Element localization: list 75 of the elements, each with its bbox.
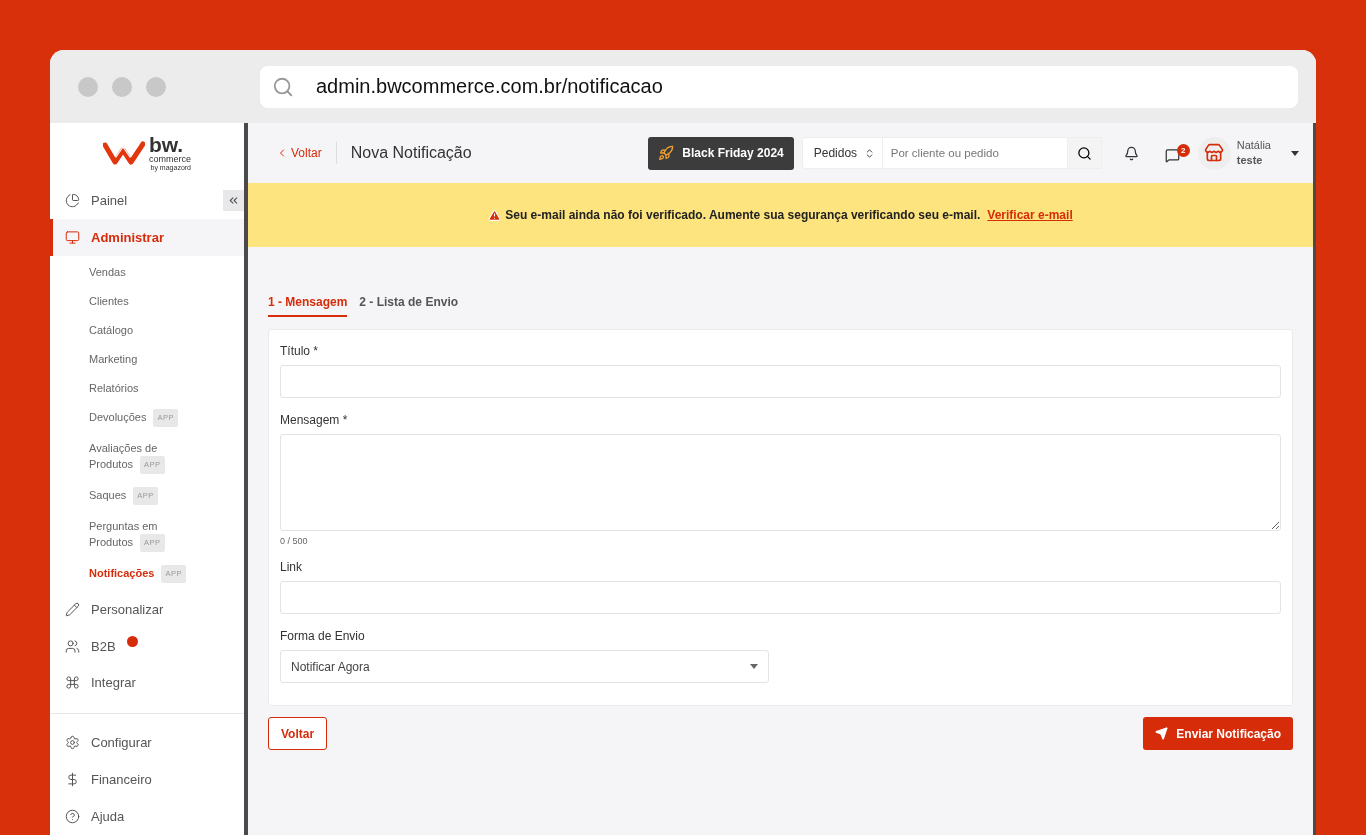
search-field[interactable]: Por cliente ou pedido	[881, 137, 1068, 169]
field-label: Forma de Envio	[280, 629, 366, 643]
verify-link[interactable]: Verificar e-mail	[987, 208, 1073, 222]
window-control[interactable]	[78, 76, 98, 97]
warning-icon	[488, 208, 502, 222]
field-label: Título *	[280, 344, 319, 358]
text-field[interactable]	[280, 365, 1281, 398]
pencil-icon	[65, 601, 80, 617]
logo-text: bw.	[149, 134, 185, 155]
sidebar-item[interactable]: Configurar	[50, 724, 244, 762]
sidebar-label: B2B	[91, 638, 116, 654]
address-bar[interactable]: admin.bwcommerce.com.br/notificacao	[260, 65, 1298, 108]
sidebar-subitem[interactable]: Vendas	[50, 257, 244, 286]
promo-button[interactable]: Black Friday 2024	[648, 136, 794, 170]
users-icon	[65, 638, 80, 654]
caret-icon	[1291, 150, 1299, 156]
send-icon	[1155, 727, 1169, 740]
sidebar-subitem[interactable]: Marketing	[50, 344, 244, 373]
chevrons-left-icon	[227, 194, 240, 207]
sidebar-item[interactable]: B2B	[50, 627, 244, 665]
field-label: Link	[280, 560, 303, 574]
sidebar-label: Administrar	[91, 229, 164, 245]
logo-tagline: commerce	[149, 155, 191, 164]
store-icon	[1204, 143, 1225, 163]
logo-icon	[103, 139, 145, 166]
sidebar-item[interactable]: Administrar	[50, 218, 244, 256]
char-counter: 0 / 500	[280, 536, 308, 546]
rocket-icon	[658, 145, 675, 161]
user-name: Natália	[1236, 138, 1271, 153]
back-link[interactable]: Voltar	[276, 146, 322, 160]
monitor-icon	[65, 229, 80, 245]
message-field[interactable]	[280, 434, 1281, 531]
sidebar-subitem[interactable]: Catálogo	[50, 315, 244, 344]
sidebar-item[interactable]: Financeiro	[50, 761, 244, 799]
sidebar-item[interactable]: Ajuda	[50, 798, 244, 835]
sidebar-item[interactable]: Integrar	[50, 664, 244, 702]
dollar-icon	[65, 772, 80, 788]
sidebar-label: Configurar	[91, 735, 152, 751]
messages-button[interactable]: 2	[1164, 143, 1192, 163]
sidebar-subitem[interactable]: Relatórios	[50, 373, 244, 402]
command-icon	[65, 675, 80, 691]
window-control[interactable]	[112, 76, 132, 97]
help-icon	[65, 809, 80, 825]
select-field[interactable]: Notificar Agora	[280, 650, 769, 683]
send-button[interactable]: Enviar Notificação	[1143, 717, 1293, 750]
caret-icon	[750, 664, 758, 669]
tab[interactable]: 1 - Mensagem	[268, 295, 348, 317]
back-button[interactable]: Voltar	[268, 717, 328, 750]
sidebar-label: Ajuda	[91, 809, 125, 825]
pie-chart-icon	[65, 192, 80, 208]
settings-icon	[65, 735, 80, 751]
notifications-button[interactable]	[1123, 145, 1139, 161]
sidebar-label: Personalizar	[91, 601, 164, 617]
collapse-button[interactable]	[223, 190, 244, 211]
field-label: Mensagem *	[280, 413, 349, 427]
search-icon	[1076, 145, 1092, 161]
sidebar-label: Painel	[91, 192, 128, 208]
window-control[interactable]	[146, 76, 166, 97]
sidebar-item[interactable]: Painel	[50, 182, 244, 219]
bell-icon	[1123, 145, 1139, 161]
search-icon	[272, 75, 294, 98]
chat-icon	[1164, 147, 1180, 163]
message-count: 2	[1176, 143, 1190, 157]
sidebar-item[interactable]: Personalizar	[50, 590, 244, 628]
banner-text: Seu e-mail ainda não foi verificado. Aumente sua segurança verificando seu e-mail.	[505, 208, 981, 222]
page-title: Nova Notificação	[350, 144, 473, 162]
sidebar-subitem[interactable]: Clientes	[50, 286, 244, 315]
sidebar-label: Integrar	[91, 675, 136, 691]
store-name: teste	[1236, 153, 1264, 168]
user-menu[interactable]: Natália teste	[1197, 136, 1299, 170]
search-button[interactable]	[1067, 137, 1102, 169]
sidebar-label: Financeiro	[91, 772, 152, 788]
scope-select[interactable]: Pedidos	[801, 137, 882, 169]
text-field[interactable]	[280, 581, 1281, 614]
tab[interactable]: 2 - Lista de Envio	[359, 295, 459, 317]
